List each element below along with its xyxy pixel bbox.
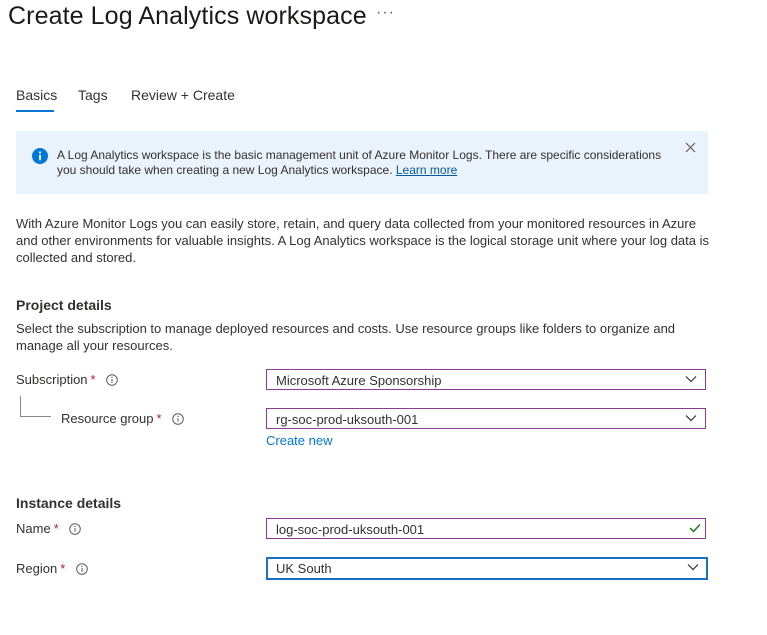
project-details-description: Select the subscription to manage deploy…	[16, 321, 676, 353]
resource-group-label: Resource group *	[61, 411, 184, 426]
info-tooltip-icon[interactable]	[106, 373, 119, 386]
chevron-down-icon	[685, 376, 697, 383]
info-tooltip-icon[interactable]	[172, 412, 184, 425]
subscription-label-text: Subscription	[16, 372, 88, 387]
close-icon[interactable]	[684, 141, 697, 154]
info-banner-text: A Log Analytics workspace is the basic m…	[57, 148, 667, 178]
instance-details-heading: Instance details	[16, 495, 122, 511]
subscription-value: Microsoft Azure Sponsorship	[276, 373, 442, 388]
name-label: Name *	[16, 521, 82, 536]
required-marker: *	[156, 411, 162, 426]
resource-group-label-text: Resource group	[61, 411, 154, 426]
info-banner-message: A Log Analytics workspace is the basic m…	[57, 148, 662, 177]
page-title: Create Log Analytics workspace	[8, 2, 367, 30]
tree-connector-vertical	[20, 396, 21, 416]
resource-group-dropdown[interactable]: rg-soc-prod-uksouth-001	[266, 408, 706, 429]
region-label: Region *	[16, 561, 88, 576]
region-label-text: Region	[16, 561, 58, 576]
required-marker: *	[90, 372, 96, 387]
name-label-text: Name	[16, 521, 51, 536]
tab-tags[interactable]: Tags	[78, 87, 108, 103]
required-marker: *	[60, 561, 66, 576]
subscription-label: Subscription *	[16, 372, 119, 387]
create-new-resource-group-link[interactable]: Create new	[266, 433, 332, 448]
info-tooltip-icon[interactable]	[76, 562, 88, 575]
more-options-button[interactable]: ···	[376, 4, 395, 22]
active-tab-indicator	[16, 110, 54, 112]
name-input[interactable]: log-soc-prod-uksouth-001	[266, 518, 706, 539]
tab-review-create[interactable]: Review + Create	[131, 87, 235, 103]
info-tooltip-icon[interactable]	[69, 522, 82, 535]
tree-connector-horizontal	[20, 416, 51, 417]
required-marker: *	[53, 521, 59, 536]
intro-description: With Azure Monitor Logs you can easily s…	[16, 216, 710, 265]
chevron-down-icon	[685, 415, 697, 422]
chevron-down-icon	[687, 564, 699, 571]
project-details-heading: Project details	[16, 297, 112, 313]
name-value: log-soc-prod-uksouth-001	[276, 522, 425, 537]
info-icon	[32, 148, 48, 164]
region-value: UK South	[276, 561, 332, 576]
resource-group-value: rg-soc-prod-uksouth-001	[276, 412, 419, 427]
subscription-dropdown[interactable]: Microsoft Azure Sponsorship	[266, 369, 706, 390]
tab-basics[interactable]: Basics	[16, 87, 57, 103]
checkmark-icon	[689, 524, 701, 533]
region-dropdown[interactable]: UK South	[266, 557, 708, 580]
learn-more-link[interactable]: Learn more	[396, 163, 457, 177]
